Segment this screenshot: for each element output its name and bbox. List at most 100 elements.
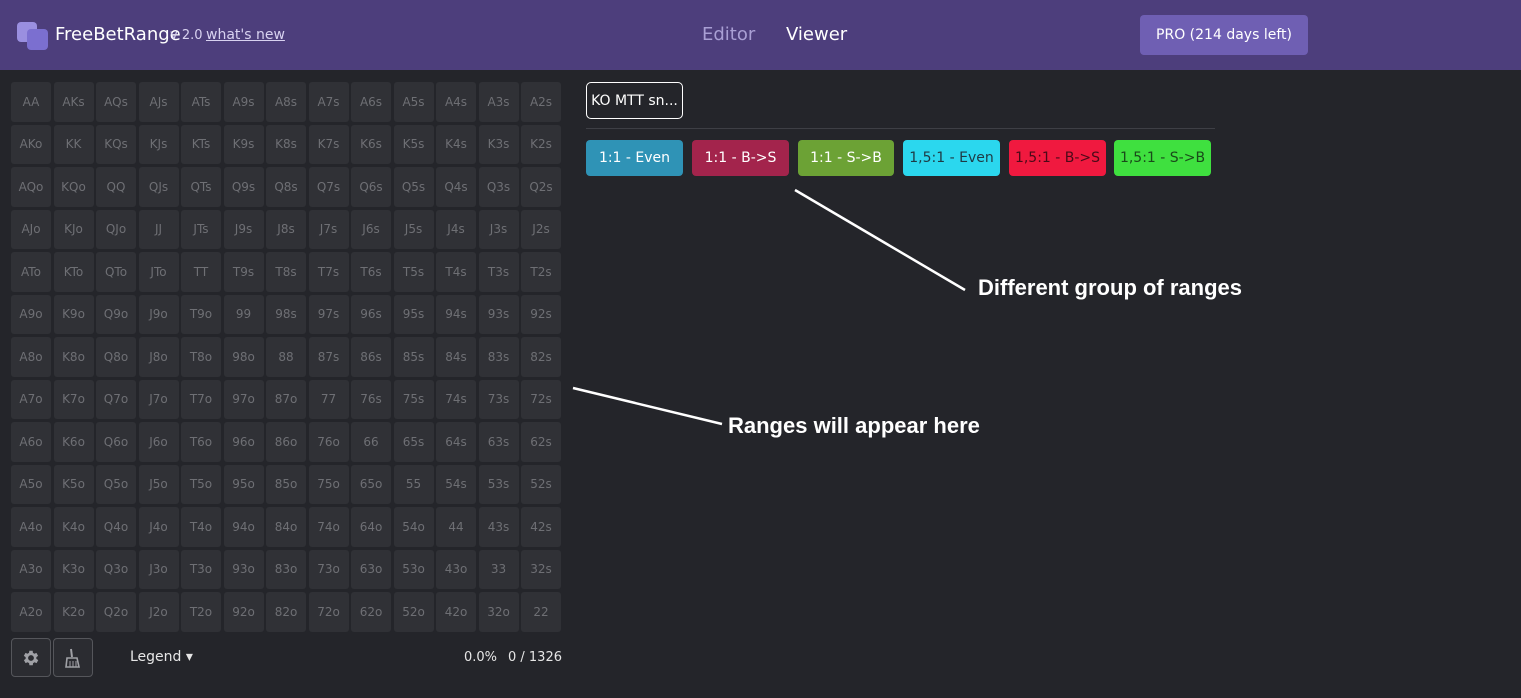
hand-cell[interactable]: A5o bbox=[11, 464, 51, 504]
hand-cell[interactable]: A9o bbox=[11, 294, 51, 334]
hand-cell[interactable]: 83s bbox=[478, 337, 519, 377]
hand-cell[interactable]: K5o bbox=[53, 464, 94, 504]
hand-cell[interactable]: Q3o bbox=[96, 549, 136, 589]
hand-cell[interactable]: J4s bbox=[436, 209, 476, 249]
hand-cell[interactable]: KQs bbox=[96, 124, 136, 164]
hand-cell[interactable]: A3o bbox=[11, 549, 51, 589]
hand-cell[interactable]: QTo bbox=[96, 252, 136, 292]
hand-cell[interactable]: 95s bbox=[393, 294, 434, 334]
hand-cell[interactable]: K9s bbox=[223, 124, 264, 164]
hand-cell[interactable]: 52o bbox=[393, 592, 434, 632]
settings-button[interactable] bbox=[11, 638, 51, 677]
hand-cell[interactable]: A7s bbox=[308, 82, 349, 122]
hand-cell[interactable]: 73o bbox=[308, 549, 349, 589]
hand-cell[interactable]: 94s bbox=[436, 294, 476, 334]
hand-cell[interactable]: T6o bbox=[181, 422, 221, 462]
hand-cell[interactable]: K9o bbox=[53, 294, 94, 334]
hand-cell[interactable]: 99 bbox=[223, 294, 264, 334]
hand-cell[interactable]: 75o bbox=[308, 464, 349, 504]
hand-cell[interactable]: Q3s bbox=[478, 167, 519, 207]
hand-cell[interactable]: 54o bbox=[393, 507, 434, 547]
hand-cell[interactable]: 85s bbox=[393, 337, 434, 377]
hand-cell[interactable]: 54s bbox=[436, 464, 476, 504]
hand-cell[interactable]: A6o bbox=[11, 422, 51, 462]
hand-cell[interactable]: Q4o bbox=[96, 507, 136, 547]
hand-cell[interactable]: QJs bbox=[138, 167, 179, 207]
hand-cell[interactable]: J5o bbox=[138, 464, 179, 504]
hand-cell[interactable]: A8s bbox=[266, 82, 306, 122]
nav-viewer[interactable]: Viewer bbox=[786, 24, 847, 45]
hand-cell[interactable]: KTo bbox=[53, 252, 94, 292]
hand-cell[interactable]: 32o bbox=[478, 592, 519, 632]
hand-cell[interactable]: A9s bbox=[223, 82, 264, 122]
hand-cell[interactable]: J5s bbox=[393, 209, 434, 249]
hand-cell[interactable]: T7o bbox=[181, 379, 221, 419]
hand-cell[interactable]: 22 bbox=[521, 592, 561, 632]
hand-cell[interactable]: Q2s bbox=[521, 167, 561, 207]
hand-cell[interactable]: 42s bbox=[521, 507, 561, 547]
hand-cell[interactable]: 53s bbox=[478, 464, 519, 504]
hand-cell[interactable]: 94o bbox=[223, 507, 264, 547]
group-button-1-1-even[interactable]: 1:1 - Even bbox=[586, 140, 683, 176]
hand-cell[interactable]: J8o bbox=[138, 337, 179, 377]
hand-cell[interactable]: T5o bbox=[181, 464, 221, 504]
hand-cell[interactable]: 76s bbox=[351, 379, 391, 419]
hand-cell[interactable]: T2o bbox=[181, 592, 221, 632]
hand-cell[interactable]: AJo bbox=[11, 209, 51, 249]
hand-cell[interactable]: 87s bbox=[308, 337, 349, 377]
hand-cell[interactable]: 75s bbox=[393, 379, 434, 419]
hand-cell[interactable]: AKo bbox=[11, 124, 51, 164]
hand-cell[interactable]: J7s bbox=[308, 209, 349, 249]
hand-cell[interactable]: A3s bbox=[478, 82, 519, 122]
hand-cell[interactable]: A8o bbox=[11, 337, 51, 377]
hand-cell[interactable]: 52s bbox=[521, 464, 561, 504]
hand-cell[interactable]: J8s bbox=[266, 209, 306, 249]
hand-cell[interactable]: AA bbox=[11, 82, 51, 122]
hand-cell[interactable]: A2o bbox=[11, 592, 51, 632]
hand-cell[interactable]: Q5o bbox=[96, 464, 136, 504]
hand-cell[interactable]: K4o bbox=[53, 507, 94, 547]
clear-button[interactable] bbox=[53, 638, 93, 677]
hand-cell[interactable]: 98s bbox=[266, 294, 306, 334]
hand-cell[interactable]: 98o bbox=[223, 337, 264, 377]
hand-cell[interactable]: T4o bbox=[181, 507, 221, 547]
group-button-1-1-b-s[interactable]: 1:1 - B->S bbox=[692, 140, 789, 176]
hand-cell[interactable]: T5s bbox=[393, 252, 434, 292]
hand-cell[interactable]: AQo bbox=[11, 167, 51, 207]
hand-cell[interactable]: J9o bbox=[138, 294, 179, 334]
hand-cell[interactable]: 77 bbox=[308, 379, 349, 419]
range-tab-ko-mtt[interactable]: KO MTT sn... bbox=[586, 82, 683, 119]
hand-cell[interactable]: Q6o bbox=[96, 422, 136, 462]
hand-cell[interactable]: JTo bbox=[138, 252, 179, 292]
hand-cell[interactable]: 82o bbox=[266, 592, 306, 632]
hand-cell[interactable]: 72o bbox=[308, 592, 349, 632]
group-button-1-1-s-b[interactable]: 1:1 - S->B bbox=[798, 140, 894, 176]
hand-cell[interactable]: K3o bbox=[53, 549, 94, 589]
hand-cell[interactable]: J2s bbox=[521, 209, 561, 249]
hand-cell[interactable]: K6o bbox=[53, 422, 94, 462]
hand-cell[interactable]: 96s bbox=[351, 294, 391, 334]
hand-cell[interactable]: 63s bbox=[478, 422, 519, 462]
hand-cell[interactable]: Q2o bbox=[96, 592, 136, 632]
hand-cell[interactable]: J2o bbox=[138, 592, 179, 632]
hand-cell[interactable]: Q8s bbox=[266, 167, 306, 207]
hand-cell[interactable]: 84o bbox=[266, 507, 306, 547]
hand-cell[interactable]: 86o bbox=[266, 422, 306, 462]
hand-cell[interactable]: 64s bbox=[436, 422, 476, 462]
hand-cell[interactable]: ATs bbox=[181, 82, 221, 122]
hand-cell[interactable]: 85o bbox=[266, 464, 306, 504]
hand-cell[interactable]: K5s bbox=[393, 124, 434, 164]
hand-cell[interactable]: T3o bbox=[181, 549, 221, 589]
hand-cell[interactable]: 44 bbox=[436, 507, 476, 547]
hand-cell[interactable]: KQo bbox=[53, 167, 94, 207]
hand-cell[interactable]: 32s bbox=[521, 549, 561, 589]
hand-cell[interactable]: QQ bbox=[96, 167, 136, 207]
hand-cell[interactable]: T4s bbox=[436, 252, 476, 292]
hand-cell[interactable]: TT bbox=[181, 252, 221, 292]
hand-cell[interactable]: KJo bbox=[53, 209, 94, 249]
hand-cell[interactable]: A2s bbox=[521, 82, 561, 122]
hand-cell[interactable]: T9o bbox=[181, 294, 221, 334]
hand-cell[interactable]: 95o bbox=[223, 464, 264, 504]
hand-cell[interactable]: J9s bbox=[223, 209, 264, 249]
nav-editor[interactable]: Editor bbox=[702, 24, 755, 45]
